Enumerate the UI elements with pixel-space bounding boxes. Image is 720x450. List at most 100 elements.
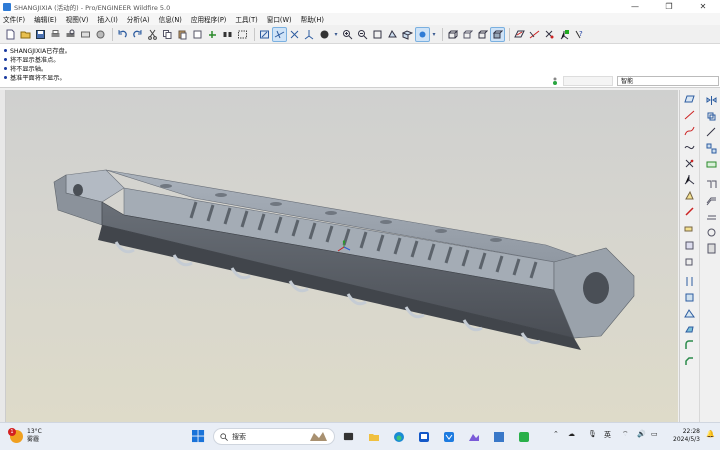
wechat-icon[interactable]	[515, 428, 532, 445]
microphone-icon[interactable]: 🎙	[588, 430, 597, 438]
display-style-dropdown-icon[interactable]: ▾	[333, 28, 339, 41]
datum-axis-tool-icon[interactable]	[683, 110, 695, 121]
pattern-tool-icon[interactable]	[705, 143, 717, 154]
email-icon[interactable]	[79, 28, 92, 41]
sweep-tool-icon[interactable]	[683, 256, 695, 267]
redo-icon[interactable]	[131, 28, 144, 41]
file-explorer-icon[interactable]	[365, 428, 382, 445]
offset-tool-icon[interactable]	[705, 195, 717, 206]
zoom-out-icon[interactable]	[356, 28, 369, 41]
menu-window[interactable]: 窗口(W)	[267, 14, 292, 24]
menu-info[interactable]: 信息(N)	[159, 14, 182, 24]
analysis-tool-icon[interactable]	[683, 190, 695, 201]
sketch-tool-icon[interactable]	[683, 206, 695, 217]
clock[interactable]: 22:28 2024/5/3	[666, 428, 700, 444]
revolve-tool-icon[interactable]	[683, 240, 695, 251]
shading-icon[interactable]	[318, 28, 331, 41]
selection-filter-select[interactable]: 智能	[617, 76, 719, 86]
whats-this-icon[interactable]: ?	[573, 28, 586, 41]
draft-tool-icon[interactable]	[683, 324, 695, 335]
view-dropdown-icon[interactable]: ▾	[431, 28, 437, 41]
new-file-icon[interactable]	[4, 28, 17, 41]
refit-icon[interactable]	[371, 28, 384, 41]
datum-curve-tool-icon[interactable]	[683, 126, 695, 137]
copy-icon[interactable]	[161, 28, 174, 41]
task-view-icon[interactable]	[340, 428, 357, 445]
datum-point-icon[interactable]	[543, 28, 556, 41]
traffic-light-icon[interactable]	[551, 77, 559, 86]
sketch-plane-icon[interactable]	[513, 28, 526, 41]
ime-indicator[interactable]: 英	[604, 430, 611, 440]
cloud-icon[interactable]: ☁	[568, 430, 575, 438]
menu-insert[interactable]: 插入(I)	[97, 14, 117, 24]
menu-view[interactable]: 视图(V)	[66, 14, 89, 24]
shaded-icon[interactable]	[490, 26, 505, 42]
extend-tool-icon[interactable]	[705, 179, 717, 190]
tray-overflow-icon[interactable]: ⌃	[553, 430, 559, 438]
proe-app-icon[interactable]	[490, 428, 507, 445]
rib-tool-icon[interactable]	[683, 308, 695, 319]
reorient-icon[interactable]	[386, 28, 399, 41]
cut-icon[interactable]	[146, 28, 159, 41]
print-icon[interactable]	[49, 28, 62, 41]
menu-file[interactable]: 文件(F)	[3, 14, 25, 24]
hole-tool-icon[interactable]	[683, 276, 695, 287]
maximize-button[interactable]: ❐	[652, 0, 686, 13]
mirror-tool-icon[interactable]	[705, 95, 717, 106]
sketch-curve-tool-icon[interactable]	[683, 142, 695, 153]
taskbar-search[interactable]: 搜索	[213, 428, 335, 445]
intersect-tool-icon[interactable]	[705, 159, 717, 170]
menu-analysis[interactable]: 分析(A)	[127, 14, 150, 24]
undo-icon[interactable]	[116, 28, 129, 41]
saved-views-icon[interactable]	[401, 28, 414, 41]
find-icon[interactable]	[221, 28, 234, 41]
print-preview-icon[interactable]	[64, 28, 77, 41]
paste-icon[interactable]	[176, 28, 189, 41]
datum-csys-icon[interactable]	[558, 28, 571, 41]
regenerate-icon[interactable]	[206, 28, 219, 41]
weather-widget[interactable]: 1 13°C 雾霾	[8, 427, 42, 444]
datum-plane-tool-icon[interactable]	[683, 94, 695, 105]
menu-tools[interactable]: 工具(T)	[235, 14, 257, 24]
zoom-in-icon[interactable]	[341, 28, 354, 41]
start-icon[interactable]	[190, 428, 207, 445]
mail-icon[interactable]	[440, 428, 457, 445]
send-icon[interactable]	[94, 28, 107, 41]
merge-tool-icon[interactable]	[705, 111, 717, 122]
no-hidden-icon[interactable]	[476, 28, 489, 41]
wireframe-icon[interactable]	[446, 28, 459, 41]
close-button[interactable]: ✕	[686, 0, 720, 13]
datum-axis-toggle-icon[interactable]	[272, 26, 287, 42]
extrude-tool-icon[interactable]	[683, 224, 695, 235]
paste-special-icon[interactable]	[191, 28, 204, 41]
battery-icon[interactable]: ▭	[651, 430, 658, 438]
graphics-window[interactable]	[6, 90, 678, 422]
hidden-line-icon[interactable]	[461, 28, 474, 41]
trim-tool-icon[interactable]	[705, 127, 717, 138]
volume-icon[interactable]: 🔊	[637, 430, 646, 438]
view-manager-icon[interactable]	[415, 26, 430, 42]
menu-applications[interactable]: 应用程序(P)	[191, 14, 227, 24]
datum-axis-icon[interactable]	[528, 28, 541, 41]
select-box-icon[interactable]	[236, 28, 249, 41]
datum-plane-toggle-icon[interactable]	[258, 28, 271, 41]
save-icon[interactable]	[34, 28, 47, 41]
minimize-button[interactable]: —	[618, 0, 652, 13]
csys-tool-icon[interactable]	[683, 174, 695, 185]
menu-edit[interactable]: 编辑(E)	[34, 14, 57, 24]
wifi-icon[interactable]: ⌔	[622, 430, 629, 439]
notification-icon[interactable]: 🔔	[706, 430, 715, 438]
open-folder-icon[interactable]	[19, 28, 32, 41]
chamfer-tool-icon[interactable]	[683, 356, 695, 367]
coordinate-system-toggle-icon[interactable]	[303, 28, 316, 41]
solidify-tool-icon[interactable]	[705, 227, 717, 238]
app-icon[interactable]	[415, 428, 432, 445]
point-tool-icon[interactable]	[683, 158, 695, 169]
thicken-tool-icon[interactable]	[705, 211, 717, 222]
menu-help[interactable]: 帮助(H)	[301, 14, 324, 24]
photos-icon[interactable]	[465, 428, 482, 445]
datum-point-toggle-icon[interactable]	[288, 28, 301, 41]
shell-tool-icon[interactable]	[683, 292, 695, 303]
round-tool-icon[interactable]	[683, 340, 695, 351]
project-tool-icon[interactable]	[705, 243, 717, 254]
